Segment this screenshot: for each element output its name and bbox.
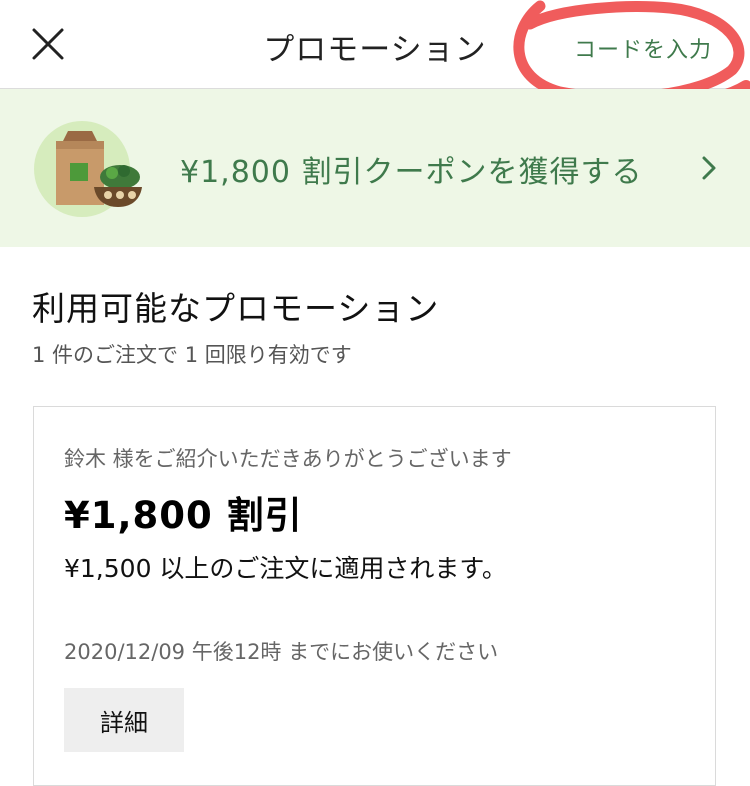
discount-condition: ¥1,500 以上のご注文に適用されます。	[64, 554, 507, 583]
top-bar: プロモーション コードを入力	[0, 0, 750, 89]
referral-text: 鈴木 様をご紹介いただきありがとうございます	[64, 447, 512, 471]
section-subtitle: 1 件のご注文で 1 回限り有効です	[32, 343, 352, 367]
coupon-banner[interactable]: ¥1,800 割引クーポンを獲得する	[0, 89, 750, 247]
discount-amount: ¥1,800 割引	[64, 494, 303, 537]
grocery-bag-salad-icon	[34, 121, 142, 217]
enter-code-button[interactable]: コードを入力	[574, 32, 712, 64]
expiry-text: 2020/12/09 午後12時 までにお使いください	[64, 640, 499, 664]
details-button[interactable]: 詳細	[64, 688, 184, 752]
section-title: 利用可能なプロモーション	[32, 289, 440, 328]
promo-card: 鈴木 様をご紹介いただきありがとうございます ¥1,800 割引 ¥1,500 …	[33, 406, 716, 786]
chevron-right-icon	[702, 156, 716, 180]
coupon-banner-text: ¥1,800 割引クーポンを獲得する	[180, 155, 643, 190]
